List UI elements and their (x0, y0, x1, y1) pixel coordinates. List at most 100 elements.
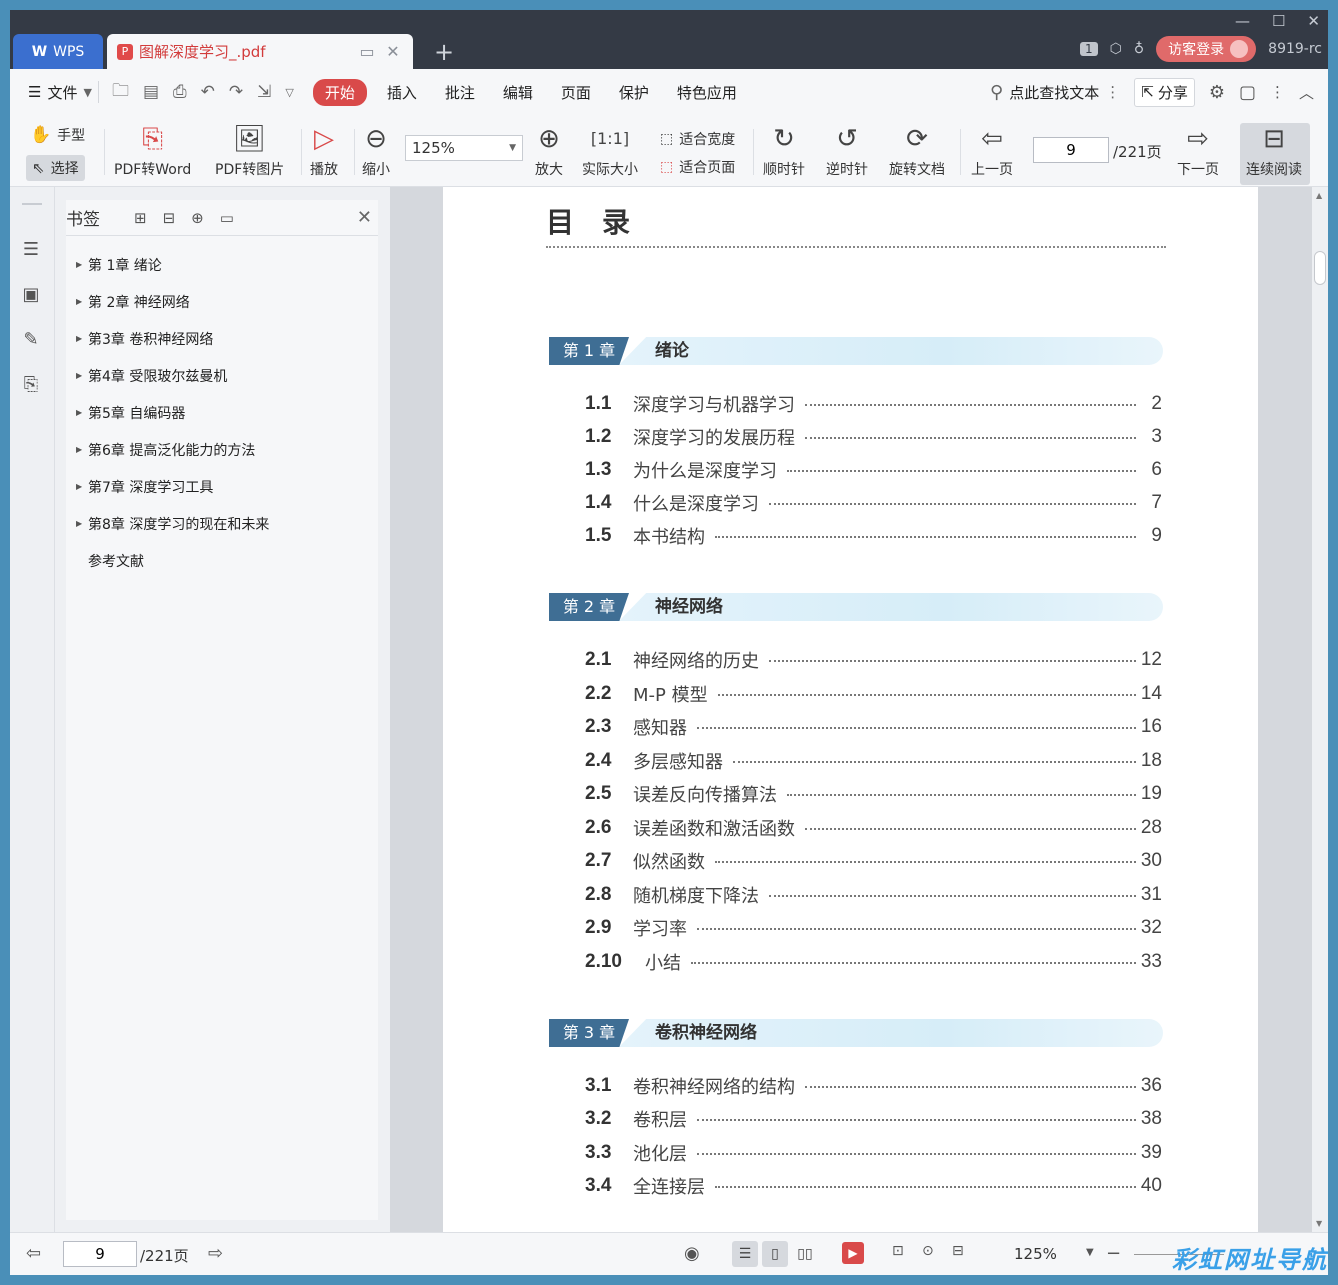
toc-entry[interactable]: 3.2 卷积层 38 (585, 1104, 1162, 1134)
fit-width-button[interactable]: ⬚ 适合宽度 (660, 129, 735, 149)
redo-icon[interactable]: ↷ (222, 82, 250, 102)
hand-tool-button[interactable]: ✋ 手型 (30, 125, 85, 145)
more-dropdown-icon[interactable]: ▽ (278, 86, 300, 99)
expand-arrow-icon[interactable]: ▶ (76, 371, 88, 380)
tab-insert[interactable]: 插入 (373, 82, 431, 103)
share-button[interactable]: ⇱ 分享 (1134, 77, 1195, 107)
toc-entry[interactable]: 3.3 池化层 39 (585, 1138, 1162, 1168)
new-tab-button[interactable]: + (434, 38, 454, 66)
file-menu[interactable]: ☰ 文件 ▼ (10, 82, 92, 103)
delete-bookmark-icon[interactable]: ▭ (220, 209, 234, 227)
scroll-down-icon[interactable]: ▼ (1316, 1219, 1322, 1228)
toc-entry[interactable]: 2.5 误差反向传播算法 19 (585, 779, 1162, 809)
play-button[interactable]: ▷ 播放 (310, 123, 338, 179)
status-zoom-value[interactable]: 125% (1014, 1245, 1057, 1263)
tab-annotate[interactable]: 批注 (431, 82, 489, 103)
login-button[interactable]: 访客登录 (1156, 36, 1257, 62)
tab-page[interactable]: 页面 (547, 82, 605, 103)
document-viewport[interactable]: 目录 第 1 章 绪论 1.1 深度学习与机器学习 2 1.2 深度学习的发展历程 3 … (390, 187, 1328, 1232)
status-fit-width-icon[interactable]: ⊟ (952, 1243, 964, 1259)
toc-entry[interactable]: 2.7 似然函数 30 (585, 846, 1162, 876)
expand-arrow-icon[interactable]: ▶ (76, 482, 88, 491)
convert-icon[interactable]: ⎘ (20, 374, 42, 396)
select-tool-button[interactable]: ⇖ 选择 (26, 155, 85, 181)
tab-start[interactable]: 开始 (312, 78, 367, 106)
save-icon[interactable]: ▤ (136, 82, 166, 102)
search-box[interactable]: ⚲ 点此查找文本 ⋮ (990, 82, 1120, 103)
toc-entry[interactable]: 2.6 误差函数和激活函数 28 (585, 813, 1162, 843)
expand-arrow-icon[interactable]: ▶ (76, 334, 88, 343)
toc-entry[interactable]: 2.1 神经网络的历史 12 (585, 645, 1162, 675)
toc-entry[interactable]: 2.2 M-P 模型 14 (585, 679, 1162, 709)
close-panel-icon[interactable]: ✕ (357, 207, 372, 228)
thumbnail-icon[interactable]: ▣ (20, 284, 42, 306)
add-bookmark-icon[interactable]: ⊕ (191, 209, 204, 227)
bookmark-item[interactable]: ▶ 第4章 受限玻尔兹曼机 (66, 357, 378, 394)
zoom-dropdown-icon[interactable]: ▼ (1086, 1247, 1094, 1258)
expand-all-icon[interactable]: ⊞ (134, 209, 147, 227)
expand-arrow-icon[interactable]: ▶ (76, 445, 88, 454)
cloud-icon[interactable]: ⬡ (1110, 41, 1122, 57)
open-folder-icon[interactable]: 🗀 (105, 78, 136, 107)
toc-entry[interactable]: 1.2 深度学习的发展历程 3 (585, 422, 1162, 452)
expand-arrow-icon[interactable]: ▶ (76, 408, 88, 417)
pdf-to-word-button[interactable]: ⎘ PDF转Word (114, 123, 191, 179)
scrollbar-thumb[interactable] (1314, 251, 1326, 285)
settings-gear-icon[interactable]: ⚙ (1209, 82, 1225, 103)
rotate-clockwise-button[interactable]: ↻ 顺时针 (763, 123, 805, 179)
toc-entry[interactable]: 2.3 感知器 16 (585, 712, 1162, 742)
bookmark-item[interactable]: ▶ 第 2章 神经网络 (66, 283, 378, 320)
status-next-page-icon[interactable]: ⇨ (208, 1243, 223, 1264)
tab-protect[interactable]: 保护 (605, 82, 663, 103)
toc-entry[interactable]: 1.1 深度学习与机器学习 2 (585, 389, 1162, 419)
status-zoom-out-icon[interactable]: − (1106, 1243, 1121, 1264)
status-page-input[interactable]: 9 (63, 1241, 137, 1267)
bookmark-list-icon[interactable]: ☰ (20, 239, 42, 261)
zoom-select[interactable]: 125% ▼ (405, 135, 523, 161)
actual-size-button[interactable]: [1:1] 实际大小 (582, 123, 638, 179)
status-actual-size-icon[interactable]: ⊡ (892, 1243, 904, 1259)
bookmark-item[interactable]: ▶ 第7章 深度学习工具 (66, 468, 378, 505)
eye-protection-icon[interactable]: ◉ (684, 1243, 700, 1264)
annotation-icon[interactable]: ✎ (20, 329, 42, 351)
collapse-all-icon[interactable]: ⊟ (163, 209, 176, 227)
zoom-out-button[interactable]: ⊖ 缩小 (362, 123, 390, 179)
tab-document[interactable]: P 图解深度学习_.pdf ▭ ✕ (107, 34, 413, 69)
status-fit-page-icon[interactable]: ⊙ (922, 1243, 934, 1259)
comment-icon[interactable]: ▢ (1239, 82, 1256, 103)
fit-page-button[interactable]: ⬚ 适合页面 (660, 157, 735, 177)
toc-entry[interactable]: 2.10 小结 33 (585, 947, 1162, 977)
toc-entry[interactable]: 1.4 什么是深度学习 7 (585, 488, 1162, 518)
toc-entry[interactable]: 1.5 本书结构 9 (585, 521, 1162, 551)
bookmark-item[interactable]: ▶ 第 1章 绪论 (66, 246, 378, 283)
toc-entry[interactable]: 3.1 卷积神经网络的结构 36 (585, 1071, 1162, 1101)
toc-entry[interactable]: 2.8 随机梯度下降法 31 (585, 880, 1162, 910)
close-window-icon[interactable]: ✕ (1307, 12, 1320, 30)
tab-pin-icon[interactable]: ▭ (357, 42, 377, 61)
toc-entry[interactable]: 2.9 学习率 32 (585, 913, 1162, 943)
continuous-read-button[interactable]: ⊟ 连续阅读 (1240, 123, 1310, 185)
tab-edit[interactable]: 编辑 (489, 82, 547, 103)
print-icon[interactable]: ⎙ (166, 82, 194, 102)
zoom-in-button[interactable]: ⊕ 放大 (535, 123, 563, 179)
collapse-ribbon-icon[interactable]: ︿ (1299, 82, 1314, 103)
two-page-view-icon[interactable]: ▯▯ (792, 1241, 818, 1267)
bookmark-item[interactable]: ▶ 第3章 卷积神经网络 (66, 320, 378, 357)
toc-entry[interactable]: 3.4 全连接层 40 (585, 1171, 1162, 1201)
page-number-input[interactable]: 9 (1033, 137, 1109, 163)
status-prev-page-icon[interactable]: ⇦ (26, 1243, 41, 1264)
prev-page-button[interactable]: ⇦ 上一页 (971, 123, 1013, 179)
next-page-button[interactable]: ⇨ 下一页 (1177, 123, 1219, 179)
skin-icon[interactable]: ♁ (1134, 41, 1144, 57)
rotate-document-button[interactable]: ⟳ 旋转文档 (889, 123, 945, 179)
minimize-icon[interactable]: — (1235, 12, 1250, 30)
tab-wps-home[interactable]: W WPS (13, 34, 103, 69)
status-play-icon[interactable]: ▶ (842, 1242, 864, 1264)
export-icon[interactable]: ⇲ (250, 82, 278, 102)
expand-arrow-icon[interactable]: ▶ (76, 297, 88, 306)
more-menu-icon[interactable]: ⋮ (1270, 83, 1285, 101)
toc-entry[interactable]: 2.4 多层感知器 18 (585, 746, 1162, 776)
bookmark-item[interactable]: ▶ 第5章 自编码器 (66, 394, 378, 431)
expand-arrow-icon[interactable]: ▶ (76, 260, 88, 269)
maximize-icon[interactable]: ☐ (1272, 12, 1285, 30)
